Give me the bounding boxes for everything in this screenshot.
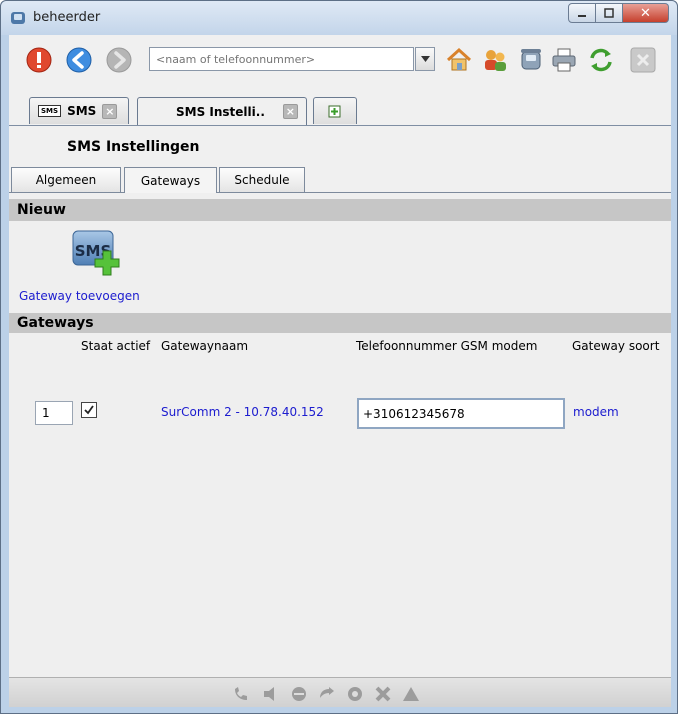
- users-icon[interactable]: [481, 46, 509, 74]
- minimize-icon: [578, 15, 586, 17]
- gateways-panel: Nieuw SMS Gateway toevoegen Gateways Sta…: [9, 193, 671, 677]
- close-window-icon: ✕: [640, 5, 651, 21]
- tab-sms-instellingen-close-icon[interactable]: ×: [282, 104, 298, 119]
- gateway-type-link[interactable]: modem: [573, 405, 619, 419]
- gsm-modem-phone-field[interactable]: [357, 398, 565, 429]
- minimize-button[interactable]: [568, 3, 596, 23]
- add-sms-gateway-icon[interactable]: SMS: [71, 229, 121, 281]
- gateway-row-index-field[interactable]: 1: [35, 401, 73, 425]
- status-bar: [9, 677, 671, 707]
- gateways-section-header: Gateways: [9, 313, 671, 333]
- search-field[interactable]: [149, 47, 414, 71]
- gsm-modem-phone-input[interactable]: [359, 400, 563, 427]
- tab-sms-label: SMS: [67, 104, 97, 118]
- toolbar: [9, 35, 671, 83]
- hangup-icon[interactable]: [374, 686, 392, 702]
- back-icon[interactable]: [65, 46, 93, 74]
- tab-algemeen[interactable]: Algemeen: [11, 167, 121, 192]
- stop-icon[interactable]: [25, 46, 53, 74]
- settings-tab-bar: Algemeen Gateways Schedule: [9, 167, 671, 193]
- transfer-icon[interactable]: [318, 686, 336, 702]
- tab-gateways-label: Gateways: [140, 173, 201, 188]
- column-header-staat-actief: Staat actief: [81, 339, 151, 353]
- gateway-name-link[interactable]: SurComm 2 - 10.78.40.152: [161, 405, 324, 419]
- app-phone-icon: [11, 12, 25, 24]
- tab-gateways[interactable]: Gateways: [124, 167, 217, 193]
- tab-sms-instellingen[interactable]: SMS Instelli.. ×: [137, 97, 307, 125]
- maximize-icon: [604, 8, 614, 18]
- refresh-icon[interactable]: [587, 46, 615, 74]
- mute-icon[interactable]: [262, 686, 280, 702]
- tab-algemeen-label: Algemeen: [35, 173, 97, 187]
- column-header-telefoonnummer: Telefoonnummer GSM modem: [356, 339, 538, 353]
- window-title: beheerder: [33, 10, 101, 25]
- close-icon[interactable]: [629, 46, 657, 74]
- title-bar[interactable]: beheerder ✕: [1, 1, 677, 35]
- new-tab-icon: [328, 105, 341, 118]
- chevron-down-icon: [420, 56, 430, 62]
- column-header-gateway-soort: Gateway soort: [572, 339, 660, 353]
- staat-actief-checkbox[interactable]: [81, 402, 97, 418]
- application-window: beheerder ✕ <naam of telefoonnummer> SMS…: [0, 0, 678, 714]
- alert-icon[interactable]: [402, 686, 420, 702]
- tab-sms-close-icon[interactable]: ×: [102, 103, 118, 119]
- tab-schedule[interactable]: Schedule: [219, 167, 305, 192]
- forward-icon[interactable]: [105, 46, 133, 74]
- column-header-gatewaynaam: Gatewaynaam: [161, 339, 249, 353]
- new-tab-button[interactable]: [313, 97, 357, 124]
- tab-sms[interactable]: SMS SMS ×: [29, 97, 129, 124]
- hold-icon[interactable]: [290, 686, 308, 702]
- call-icon[interactable]: [232, 686, 250, 702]
- tab-sms-instellingen-label: SMS Instelli..: [176, 104, 265, 119]
- print-icon[interactable]: [550, 46, 578, 74]
- client-area: SMS SMS × SMS Instelli.. × SMS Instellin…: [9, 35, 671, 707]
- close-window-button[interactable]: ✕: [623, 3, 669, 23]
- nieuw-section-header: Nieuw: [9, 199, 671, 221]
- maximize-button[interactable]: [596, 3, 623, 23]
- search-dropdown-button[interactable]: [415, 47, 435, 71]
- checkmark-icon: [84, 405, 94, 415]
- add-gateway-link[interactable]: Gateway toevoegen: [19, 289, 140, 303]
- home-icon[interactable]: [445, 46, 473, 74]
- page-title: SMS Instellingen: [67, 139, 200, 155]
- phone-icon[interactable]: [517, 46, 545, 74]
- tab-schedule-label: Schedule: [234, 173, 290, 187]
- conference-icon[interactable]: [346, 686, 364, 702]
- sms-tab-icon: SMS: [38, 105, 62, 117]
- document-tab-bar: SMS SMS × SMS Instelli.. ×: [9, 95, 671, 126]
- search-input[interactable]: [150, 48, 413, 70]
